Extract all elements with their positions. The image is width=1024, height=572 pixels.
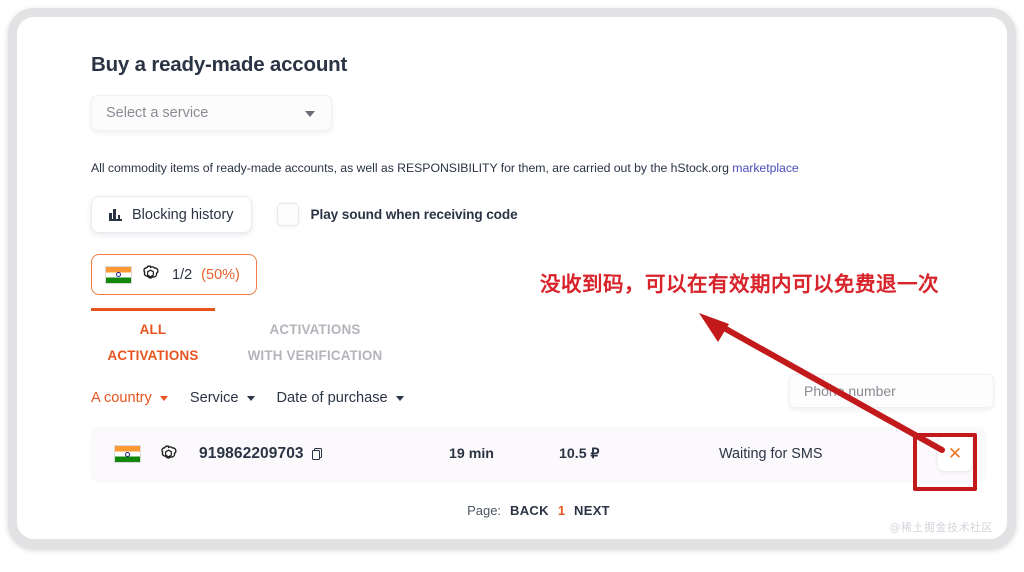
filter-date-of-purchase[interactable]: Date of purchase	[277, 390, 404, 406]
tab-activations-with-verification[interactable]: ACTIVATIONS WITH VERIFICATION	[215, 308, 415, 369]
pagination-next-button[interactable]: NEXT	[574, 503, 610, 518]
chevron-down-icon	[305, 111, 315, 117]
row-phone-number-cell: 919862209703	[199, 445, 449, 463]
pagination-back-button[interactable]: BACK	[510, 503, 549, 518]
filter-country-label: A country	[91, 390, 152, 407]
row-price: 10.5 ₽	[559, 446, 600, 463]
service-chip-percent: (50%)	[201, 266, 240, 283]
row-phone-number: 919862209703	[199, 445, 304, 463]
row-time-left: 19 min	[449, 446, 494, 463]
service-select-placeholder: Select a service	[106, 105, 209, 121]
openai-logo-icon	[143, 265, 159, 279]
service-filter-chip[interactable]: 1/2 (50%)	[91, 254, 257, 295]
tab-all-activations[interactable]: ALL ACTIVATIONS	[91, 308, 215, 369]
watermark: @稀土掘金技术社区	[889, 521, 993, 534]
table-row[interactable]: 919862209703 19 min 10.5 ₽ Waiting for S…	[91, 427, 986, 482]
pagination: Page: BACK 1 NEXT	[91, 503, 986, 518]
annotation-text: 没收到码，可以在有效期内可以免费退一次	[540, 272, 939, 296]
bar-chart-icon	[109, 208, 123, 221]
sound-checkbox-group[interactable]: Play sound when receiving code	[276, 203, 518, 226]
blocking-history-button[interactable]: Blocking history	[91, 196, 252, 233]
india-flag-icon	[105, 265, 132, 284]
copy-icon[interactable]	[311, 447, 323, 461]
play-sound-checkbox[interactable]	[276, 203, 299, 226]
filter-date-label: Date of purchase	[276, 390, 388, 407]
phone-number-placeholder: Phone number	[804, 383, 896, 400]
disclaimer-text: All commodity items of ready-made accoun…	[91, 161, 986, 175]
close-icon: ✕	[947, 444, 963, 464]
filter-service-label: Service	[189, 390, 239, 407]
india-flag-icon	[113, 445, 141, 464]
filter-service[interactable]: Service	[190, 390, 255, 406]
page-surface: Buy a ready-made account Select a servic…	[17, 17, 1007, 539]
chevron-down-icon	[395, 395, 404, 401]
row-country-cell	[91, 445, 159, 464]
service-chip-counter: 1/2	[172, 266, 193, 283]
cancel-activation-button[interactable]: ✕	[938, 437, 972, 472]
play-sound-label: Play sound when receiving code	[310, 207, 518, 222]
marketplace-link[interactable]: marketplace	[732, 161, 798, 175]
service-select[interactable]: Select a service	[91, 95, 332, 131]
chevron-down-icon	[159, 395, 168, 401]
page-title: Buy a ready-made account	[91, 53, 348, 76]
activation-tabs: ALL ACTIVATIONS ACTIVATIONS WITH VERIFIC…	[91, 308, 986, 369]
pagination-current-page[interactable]: 1	[558, 503, 565, 518]
chevron-down-icon	[246, 395, 255, 401]
filter-country[interactable]: A country	[91, 390, 168, 406]
browser-window-frame: Buy a ready-made account Select a servic…	[8, 8, 1016, 548]
openai-logo-icon	[161, 445, 177, 459]
phone-number-search-input[interactable]: Phone number	[789, 374, 994, 409]
row-service-cell	[159, 445, 199, 464]
blocking-history-label: Blocking history	[132, 206, 234, 223]
tools-row: Blocking history Play sound when receivi…	[91, 196, 986, 233]
disclaimer-body: All commodity items of ready-made accoun…	[91, 161, 733, 175]
pagination-label: Page:	[467, 503, 502, 519]
filter-row: A country Service Date of purchase Phone…	[91, 374, 994, 409]
